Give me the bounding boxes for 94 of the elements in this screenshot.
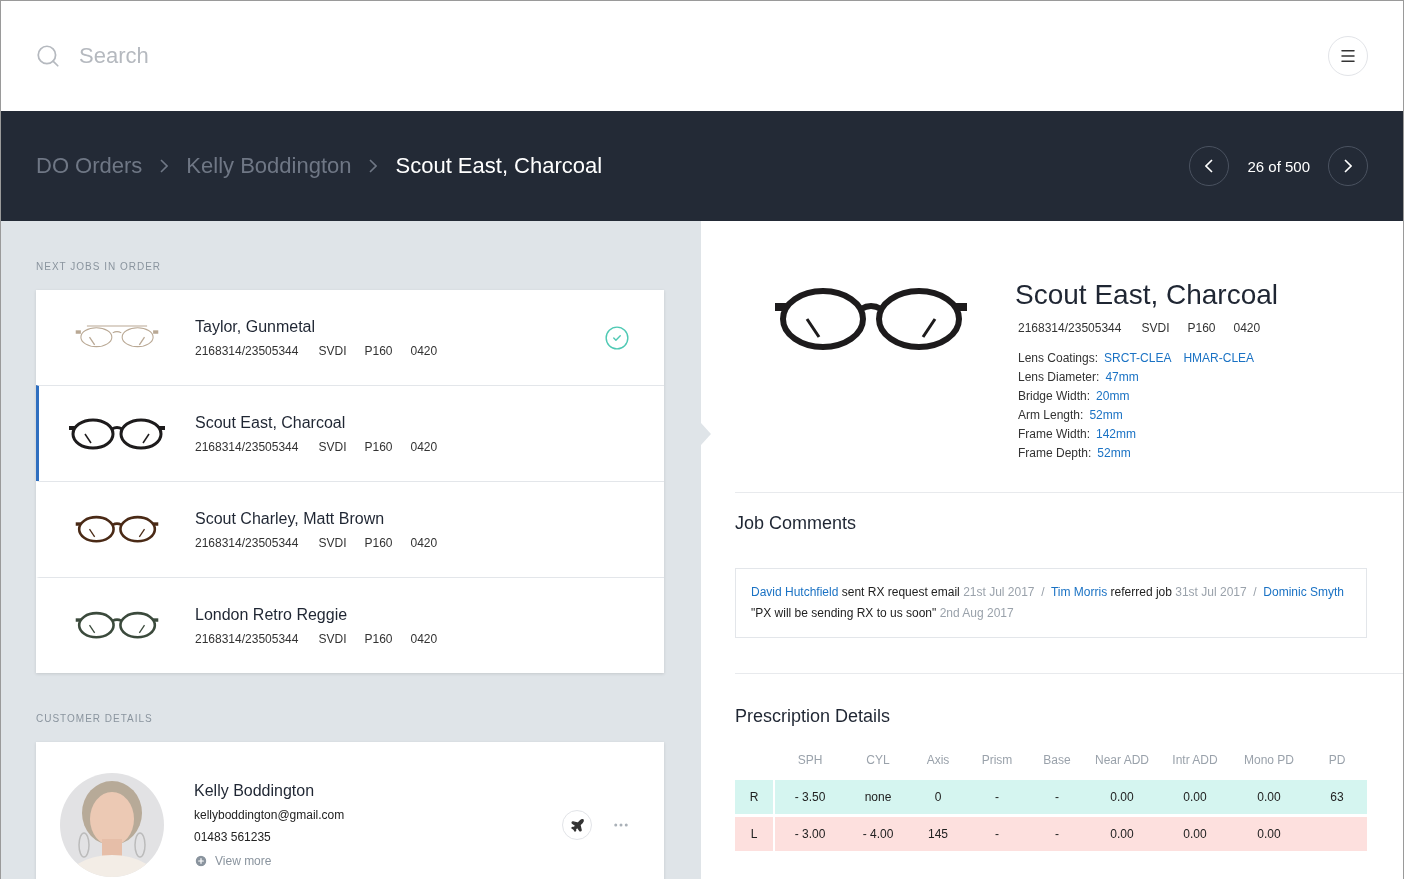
job-name: London Retro Reggie bbox=[195, 605, 349, 624]
author-link[interactable]: Tim Morris bbox=[1051, 585, 1108, 599]
spec-label: Arm Length: bbox=[1018, 408, 1084, 422]
table-cell: 0.00 bbox=[1085, 817, 1159, 851]
table-cell: - bbox=[1029, 817, 1085, 851]
spec-value: SRCT-CLEA bbox=[1104, 351, 1172, 365]
column-header: PD bbox=[1327, 753, 1347, 769]
product-code: SVDI bbox=[318, 343, 347, 358]
table-cell: L bbox=[735, 817, 775, 851]
spec-label: Lens Coatings: bbox=[1018, 351, 1099, 365]
product-code: 0420 bbox=[410, 631, 438, 646]
page-counter: 26 of 500 bbox=[1247, 157, 1310, 175]
job-name: Scout East, Charcoal bbox=[195, 413, 347, 432]
column-header: Base bbox=[1042, 753, 1072, 769]
chevron-left-icon bbox=[1205, 159, 1214, 173]
spec-value: 52mm bbox=[1097, 446, 1131, 460]
spec-value: 142mm bbox=[1096, 427, 1137, 441]
product-code: 0420 bbox=[410, 439, 438, 454]
product-code: 0420 bbox=[1233, 321, 1261, 335]
customer-email: kellyboddington@gmail.com bbox=[194, 808, 346, 822]
table-cell: R bbox=[735, 780, 775, 814]
table-cell: - bbox=[1029, 780, 1085, 814]
product-code: 2168314/23505344 bbox=[195, 631, 299, 646]
spec-label: Frame Depth: bbox=[1018, 446, 1092, 460]
table-cell: - bbox=[965, 780, 1029, 814]
job-row[interactable]: Scout Charley, Matt Brown 2168314/23505344 SVDI P160 0420 bbox=[36, 481, 664, 577]
product-code: P160 bbox=[364, 439, 393, 454]
product-code: SVDI bbox=[1141, 321, 1170, 335]
column-header: Prism bbox=[980, 753, 1014, 769]
table-cell: - bbox=[965, 817, 1029, 851]
section-title: Job Comments bbox=[735, 513, 858, 534]
job-row[interactable]: Taylor, Gunmetal 2168314/23505344 SVDI P160 0420 bbox=[36, 290, 664, 385]
table-cell: 145 bbox=[911, 817, 965, 851]
table-cell: 0 bbox=[911, 780, 965, 814]
table-cell bbox=[1307, 817, 1367, 851]
column-header: Near ADD bbox=[1094, 753, 1150, 769]
breadcrumb-link[interactable]: DO Orders bbox=[36, 153, 143, 179]
product-code: 2168314/23505344 bbox=[1018, 321, 1122, 335]
spec-value: 52mm bbox=[1089, 408, 1123, 422]
product-code: 0420 bbox=[410, 535, 438, 550]
table-cell: - 3.00 bbox=[775, 817, 845, 851]
chevron-icon bbox=[160, 159, 169, 173]
spec-label: Bridge Width: bbox=[1018, 389, 1091, 403]
table-cell: - 4.00 bbox=[845, 817, 911, 851]
job-row[interactable]: London Retro Reggie 2168314/23505344 SVDI P160 0420 bbox=[36, 577, 664, 673]
spec-label: Frame Width: bbox=[1018, 427, 1090, 441]
product-code: P160 bbox=[364, 343, 393, 358]
product-code: P160 bbox=[364, 631, 393, 646]
search-icon bbox=[35, 43, 61, 69]
product-code: 2168314/23505344 bbox=[195, 439, 299, 454]
product-code: 0420 bbox=[410, 343, 438, 358]
spec-value: 47mm bbox=[1105, 370, 1139, 384]
section-title: Prescription Details bbox=[735, 706, 892, 727]
column-header: SPH bbox=[796, 753, 824, 769]
table-cell: - 3.50 bbox=[775, 780, 845, 814]
table-cell: 0.00 bbox=[1159, 780, 1231, 814]
table-cell: 0.00 bbox=[1231, 780, 1307, 814]
menu-icon bbox=[1339, 47, 1357, 65]
column-header: CYL bbox=[865, 753, 891, 769]
table-cell: 0.00 bbox=[1085, 780, 1159, 814]
customer-name: Kelly Boddington bbox=[194, 782, 316, 800]
author-link[interactable]: David Hutchfield bbox=[751, 585, 839, 599]
product-code: SVDI bbox=[318, 631, 347, 646]
product-code: 2168314/23505344 bbox=[195, 343, 299, 358]
section-label: CUSTOMER DETAILS bbox=[36, 712, 154, 726]
product-code: SVDI bbox=[318, 535, 347, 550]
table-cell: 0.00 bbox=[1231, 817, 1307, 851]
product-title: Scout East, Charcoal bbox=[1015, 279, 1279, 311]
chevron-right-icon bbox=[1344, 159, 1352, 173]
table-cell: 63 bbox=[1307, 780, 1367, 814]
column-header: Axis bbox=[925, 753, 951, 769]
column-header: Mono PD bbox=[1243, 753, 1295, 769]
breadcrumb-link[interactable]: Scout East, Charcoal bbox=[395, 153, 603, 179]
customer-phone: 01483 561235 bbox=[194, 830, 272, 844]
spec-label: Lens Diameter: bbox=[1018, 370, 1100, 384]
comment-text: David Hutchfield sent RX request email 21st Jul 2017 / Tim Morris referred job 31st Jul 2017 / Dominic Smyth "PX will be sending RX to us soon" 2nd Aug 2017 bbox=[735, 568, 1367, 638]
product-code: P160 bbox=[364, 535, 393, 550]
chevron-icon bbox=[369, 159, 378, 173]
table-cell: none bbox=[845, 780, 911, 814]
author-link[interactable]: Dominic Smyth bbox=[1263, 585, 1345, 599]
spec-value: HMAR-CLEA bbox=[1183, 351, 1255, 365]
table-cell: 0.00 bbox=[1159, 817, 1231, 851]
job-name: Scout Charley, Matt Brown bbox=[195, 509, 386, 528]
spec-value: 20mm bbox=[1096, 389, 1130, 403]
breadcrumb-link[interactable]: Kelly Boddington bbox=[186, 153, 352, 179]
product-code: SVDI bbox=[318, 439, 347, 454]
plane-icon bbox=[569, 817, 585, 833]
product-code: P160 bbox=[1187, 321, 1216, 335]
product-code: 2168314/23505344 bbox=[195, 535, 299, 550]
plus-icon bbox=[194, 854, 208, 868]
view-more-link[interactable]: View more bbox=[194, 854, 562, 868]
section-label: NEXT JOBS IN ORDER bbox=[36, 260, 163, 274]
column-header: Intr ADD bbox=[1171, 753, 1219, 769]
job-name: Taylor, Gunmetal bbox=[195, 317, 317, 336]
